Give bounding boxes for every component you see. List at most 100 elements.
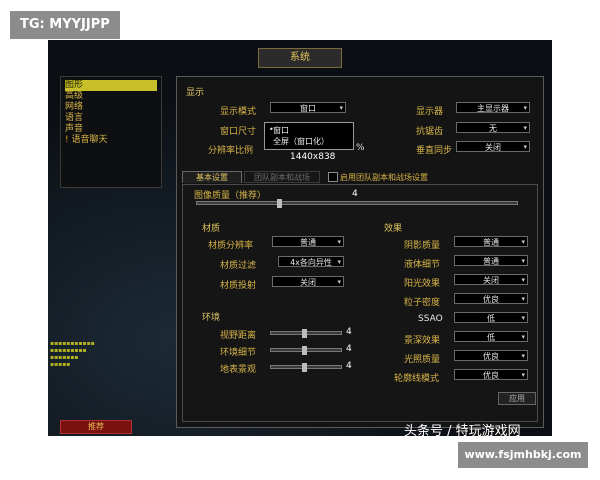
- nav-item-graphics[interactable]: 图形: [65, 80, 157, 91]
- ssao-dropdown[interactable]: 低 ▾: [454, 312, 528, 323]
- chevron-down-icon: ▾: [521, 238, 525, 246]
- lighting-label: 光照质量: [404, 355, 441, 365]
- liquid-value: 普通: [483, 257, 499, 266]
- display-section-title: 显示: [186, 88, 205, 98]
- texture-resolution-label: 材质分辨率: [208, 241, 254, 251]
- chevron-down-icon: ▾: [521, 314, 525, 322]
- view-distance-value: 4: [346, 327, 352, 337]
- nav-item-voice-chat-label: 语音聊天: [71, 135, 108, 145]
- ground-clutter-thumb[interactable]: [302, 363, 307, 372]
- antialias-dropdown[interactable]: 无 ▾: [456, 122, 530, 133]
- antialias-label: 抗锯齿: [416, 127, 444, 137]
- chevron-down-icon: ▾: [521, 295, 525, 303]
- nav-item-advanced[interactable]: 高级: [65, 91, 83, 102]
- enable-raid-checkbox[interactable]: [328, 172, 338, 182]
- view-distance-label: 视野距离: [220, 331, 257, 341]
- view-distance-thumb[interactable]: [302, 329, 307, 338]
- chevron-down-icon: ▾: [337, 258, 341, 266]
- apply-button[interactable]: 应用: [498, 392, 536, 405]
- vsync-label: 垂直同步: [416, 146, 453, 156]
- watermark-tag: TG: MYYJJPP: [10, 11, 120, 39]
- game-settings-screenshot: 系统 图形 高级 网络 语言 声音 ! 语音聊天 ▪▪▪▪▪▪▪▪▪▪▪ ▪▪▪▪…: [48, 40, 552, 436]
- chevron-down-icon: ▾: [521, 371, 525, 379]
- chevron-down-icon: ▾: [523, 104, 527, 112]
- window-title: 系统: [258, 48, 342, 68]
- enable-raid-label: 启用团队副本和战场设置: [340, 173, 428, 182]
- texture-filter-label: 材质过滤: [220, 261, 257, 271]
- tab-raid-battleground[interactable]: 团队副本和战场: [244, 171, 320, 183]
- liquid-dropdown[interactable]: 普通 ▾: [454, 255, 528, 266]
- display-mode-value: 窗口: [300, 104, 316, 113]
- texture-resolution-dropdown[interactable]: 普通 ▾: [272, 236, 344, 247]
- lighting-dropdown[interactable]: 优良 ▾: [454, 350, 528, 361]
- shadow-value: 普通: [483, 238, 499, 247]
- chevron-down-icon: ▾: [521, 352, 525, 360]
- recommend-button[interactable]: 推荐: [60, 420, 132, 434]
- chevron-down-icon: ▾: [339, 104, 343, 112]
- chevron-down-icon: ▾: [521, 333, 525, 341]
- display-mode-label: 显示模式: [220, 107, 257, 117]
- antialias-value: 无: [489, 124, 497, 133]
- settings-nav: 图形 高级 网络 语言 声音 ! 语音聊天: [60, 76, 162, 188]
- site-watermark: www.fsjmhbkj.com: [458, 442, 588, 468]
- quality-value: 4: [352, 189, 358, 199]
- shadow-label: 阴影质量: [404, 241, 441, 251]
- texture-filter-value: 4x各向异性: [290, 258, 332, 267]
- resolution-scale-percent: %: [356, 143, 365, 153]
- dof-label: 景深效果: [404, 336, 441, 346]
- shadow-dropdown[interactable]: 普通 ▾: [454, 236, 528, 247]
- sunshaft-dropdown[interactable]: 关闭 ▾: [454, 274, 528, 285]
- vsync-dropdown[interactable]: 关闭 ▾: [456, 141, 530, 152]
- texture-resolution-value: 普通: [300, 238, 316, 247]
- tab-basic-settings[interactable]: 基本设置: [182, 171, 242, 183]
- monitor-label: 显示器: [416, 107, 444, 117]
- display-mode-dropdown[interactable]: 窗口 ▾: [270, 102, 346, 113]
- texture-projection-dropdown[interactable]: 关闭 ▾: [272, 276, 344, 287]
- texture-filter-dropdown[interactable]: 4x各向异性 ▾: [278, 256, 344, 267]
- window-size-option-borderless[interactable]: 全屏（窗口化）: [269, 136, 329, 146]
- chevron-down-icon: ▾: [337, 278, 341, 286]
- option-label-borderless: 全屏（窗口化）: [273, 137, 329, 146]
- effects-section-title: 效果: [384, 224, 403, 234]
- brand-watermark: 头条号 / 特玩游戏网: [404, 424, 521, 436]
- chevron-down-icon: ▾: [523, 143, 527, 151]
- sunshaft-label: 阳光效果: [404, 279, 441, 289]
- outline-dropdown[interactable]: 优良 ▾: [454, 369, 528, 380]
- window-size-label: 窗口尺寸: [220, 127, 257, 137]
- window-size-option-windowed[interactable]: • 窗口: [269, 125, 289, 135]
- chevron-down-icon: ▾: [337, 238, 341, 246]
- resolution-scale-label: 分辨率比例: [208, 146, 254, 156]
- vsync-value: 关闭: [485, 143, 501, 152]
- texture-projection-label: 材质投射: [220, 281, 257, 291]
- nav-item-network[interactable]: 网络: [65, 102, 83, 113]
- particle-value: 优良: [483, 295, 499, 304]
- dof-dropdown[interactable]: 低 ▾: [454, 331, 528, 342]
- particle-label: 粒子密度: [404, 298, 441, 308]
- env-detail-value: 4: [346, 344, 352, 354]
- option-label-windowed: 窗口: [273, 126, 289, 135]
- nav-item-sound[interactable]: 声音: [65, 124, 83, 135]
- window-size-popup[interactable]: • 窗口 全屏（窗口化）: [264, 122, 354, 150]
- monitor-value: 主显示器: [477, 104, 509, 113]
- liquid-label: 液体细节: [404, 260, 441, 270]
- particle-dropdown[interactable]: 优良 ▾: [454, 293, 528, 304]
- nav-item-voice-chat[interactable]: ! 语音聊天: [65, 135, 108, 146]
- ground-clutter-label: 地表景观: [220, 365, 257, 375]
- quality-slider[interactable]: [196, 201, 518, 205]
- chat-log: ▪▪▪▪▪▪▪▪▪▪▪ ▪▪▪▪▪▪▪▪▪ ▪▪▪▪▪▪▪ ▪▪▪▪▪: [50, 340, 95, 368]
- nav-item-language[interactable]: 语言: [65, 113, 83, 124]
- chevron-down-icon: ▾: [521, 257, 525, 265]
- monitor-dropdown[interactable]: 主显示器 ▾: [456, 102, 530, 113]
- sunshaft-value: 关闭: [483, 276, 499, 285]
- lighting-value: 优良: [483, 352, 499, 361]
- chevron-down-icon: ▾: [523, 124, 527, 132]
- resolution-readout: 1440x838: [290, 152, 336, 162]
- quality-slider-thumb[interactable]: [276, 199, 282, 208]
- env-detail-thumb[interactable]: [302, 346, 307, 355]
- outline-value: 优良: [483, 371, 499, 380]
- ssao-value: 低: [487, 314, 495, 323]
- chevron-down-icon: ▾: [521, 276, 525, 284]
- texture-section-title: 材质: [202, 224, 221, 234]
- dof-value: 低: [487, 333, 495, 342]
- ssao-label: SSAO: [418, 314, 443, 324]
